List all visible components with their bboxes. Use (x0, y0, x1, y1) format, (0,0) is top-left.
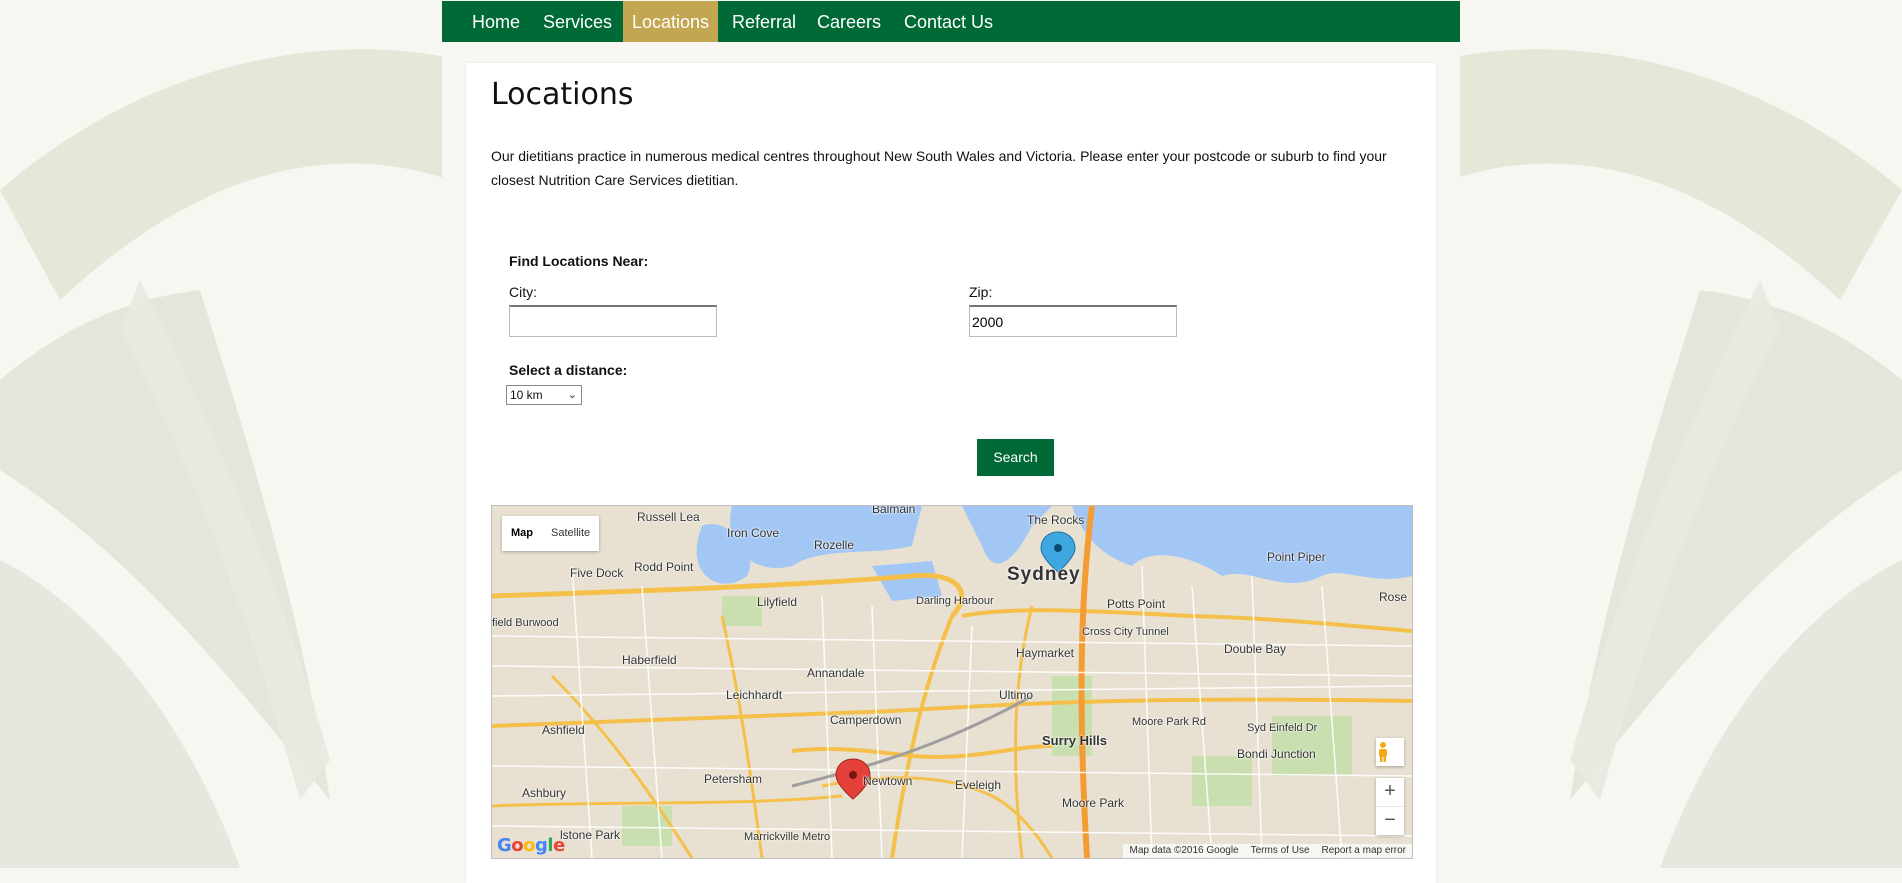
map-label: field Burwood (492, 617, 559, 629)
map-label: Iron Cove (727, 526, 780, 540)
nav-services[interactable]: Services (534, 1, 621, 42)
map-label: Cross City Tunnel (1082, 626, 1169, 638)
distance-value: 10 km (510, 388, 543, 402)
map-label: Ashbury (522, 786, 567, 800)
map-type-satellite-button[interactable]: Satellite (542, 516, 599, 551)
map-label: Ultimo (999, 688, 1034, 702)
map-label: lstone Park (560, 828, 621, 842)
city-label: City: (509, 284, 537, 300)
search-button[interactable]: Search (977, 439, 1054, 476)
zoom-control: + − (1376, 778, 1404, 835)
page-title: Locations (491, 77, 634, 112)
map-label: Five Dock (570, 566, 624, 580)
nav-locations[interactable]: Locations (623, 1, 719, 42)
intro-text: Our dietitians practice in numerous medi… (491, 148, 1387, 188)
map-label: Rozelle (814, 538, 855, 552)
map-label: Point Piper (1267, 550, 1326, 564)
report-map-error-link[interactable]: Report a map error (1322, 844, 1406, 858)
distance-label: Select a distance: (509, 362, 628, 378)
page-container: Home Services Locations Referral Careers… (442, 0, 1460, 883)
map-type-map-button[interactable]: Map (502, 516, 542, 551)
nav-home[interactable]: Home (463, 1, 529, 42)
map-label: Marrickville Metro (744, 831, 831, 843)
google-map[interactable]: Map Satellite Russell Lea Iron Cove Balm… (491, 505, 1413, 859)
main-nav: Home Services Locations Referral Careers… (442, 1, 1460, 42)
nav-referral[interactable]: Referral (723, 1, 805, 42)
distance-select[interactable]: 10 km ⌄ (506, 385, 582, 405)
map-label: Camperdown (830, 713, 902, 727)
map-label: Haberfield (622, 653, 677, 667)
nav-contact-us[interactable]: Contact Us (895, 1, 1002, 42)
map-label: Potts Point (1107, 597, 1166, 611)
google-logo: Google (497, 835, 565, 856)
map-label: Russell Lea (637, 510, 700, 524)
map-label: Double Bay (1224, 642, 1287, 656)
map-label: Bondi Junction (1237, 747, 1316, 761)
find-locations-heading: Find Locations Near: (509, 253, 649, 269)
map-attribution: Map data ©2016 Google Terms of Use Repor… (1123, 844, 1412, 858)
map-data-text: Map data ©2016 Google (1129, 845, 1239, 856)
map-label: Lilyfield (757, 595, 798, 609)
map-label: Sydney (1007, 564, 1081, 585)
nav-careers[interactable]: Careers (808, 1, 890, 42)
terms-of-use-link[interactable]: Terms of Use (1251, 844, 1310, 858)
map-label: Annandale (807, 666, 865, 680)
map-label: Petersham (704, 772, 763, 786)
map-label: Syd Einfeld Dr (1247, 722, 1318, 734)
map-label: Rodd Point (634, 560, 694, 574)
city-input[interactable] (509, 305, 717, 337)
map-label: Ashfield (542, 723, 585, 737)
chevron-down-icon: ⌄ (567, 389, 577, 401)
map-label: The Rocks (1027, 513, 1085, 527)
zoom-out-button[interactable]: − (1376, 806, 1404, 835)
map-label: Moore Park Rd (1132, 716, 1206, 728)
map-label: Leichhardt (726, 688, 783, 702)
map-label: Newtown (863, 774, 913, 788)
map-type-control: Map Satellite (502, 516, 600, 551)
map-label: Darling Harbour (916, 595, 994, 607)
content-card: Locations Our dietitians practice in num… (466, 63, 1436, 883)
map-label: Rose (1379, 590, 1408, 604)
map-label: Balmain (872, 505, 916, 516)
street-view-pegman-icon[interactable] (1376, 738, 1404, 766)
zip-input[interactable] (969, 305, 1177, 337)
zip-label: Zip: (969, 284, 993, 300)
map-label: Moore Park (1062, 796, 1125, 810)
zoom-in-button[interactable]: + (1376, 778, 1404, 806)
map-label: Surry Hills (1042, 733, 1108, 748)
map-label: Haymarket (1016, 646, 1075, 660)
map-label: Eveleigh (955, 778, 1002, 792)
